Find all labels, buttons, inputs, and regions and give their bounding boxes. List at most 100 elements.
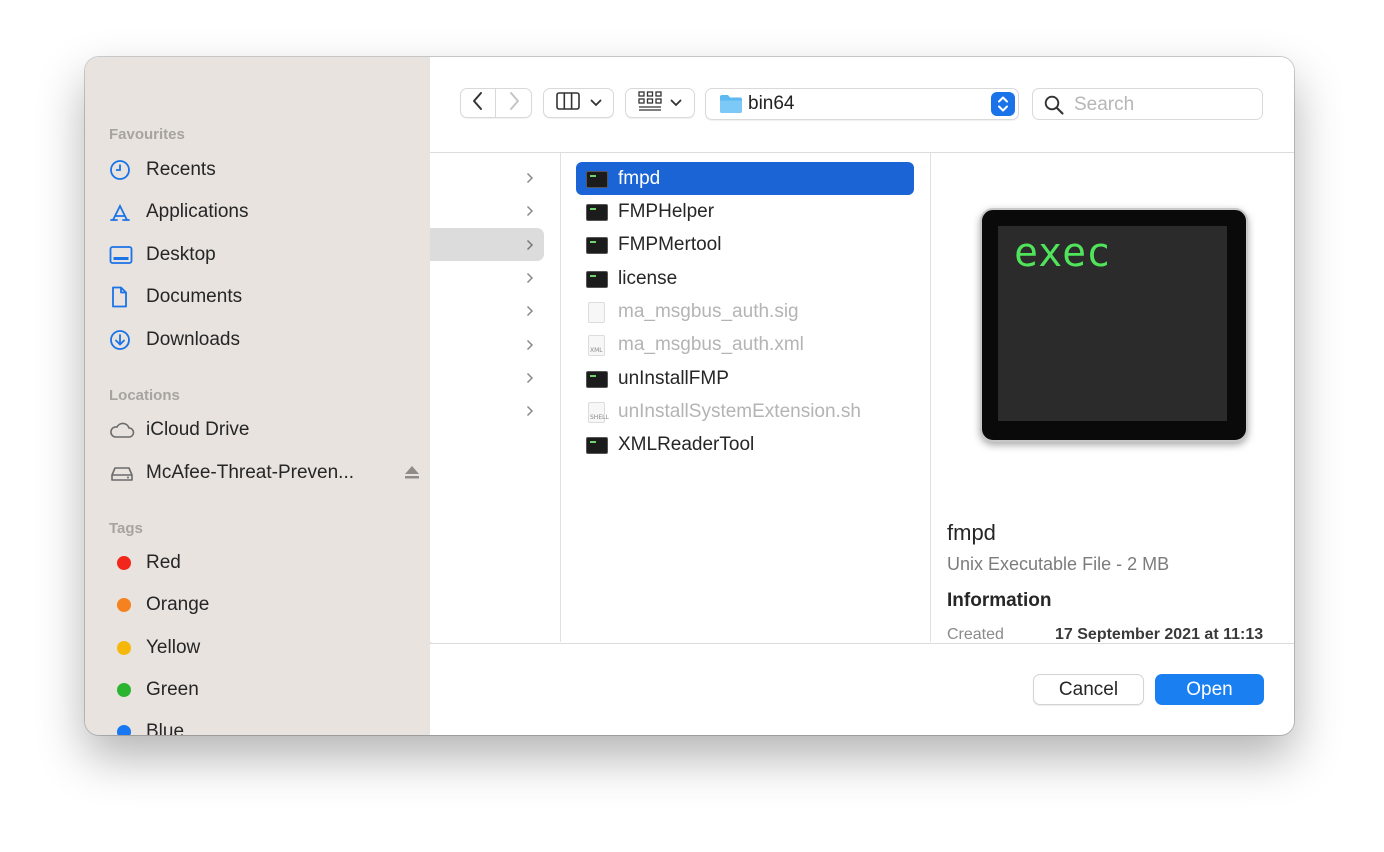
file-name: ma_msgbus_auth.sig — [618, 300, 799, 322]
favourites-heading: Favourites — [109, 126, 185, 143]
parent-row-selected[interactable] — [430, 228, 544, 261]
sidebar-item-recents[interactable]: Recents — [109, 155, 409, 185]
search-field[interactable]: Search — [1032, 88, 1263, 120]
sidebar-item-label: Green — [146, 679, 199, 700]
document-icon — [109, 285, 139, 309]
cloud-icon — [109, 418, 139, 442]
file-name: fmpd — [618, 167, 661, 189]
sidebar-item-documents[interactable]: Documents — [109, 282, 409, 312]
cancel-button[interactable]: Cancel — [1033, 674, 1144, 705]
parent-row[interactable] — [430, 394, 560, 427]
sidebar-item-label: Blue — [146, 721, 185, 735]
preview-created-label: Created — [947, 626, 1004, 642]
preview-pane: exec fmpd Unix Executable File - 2 MB In… — [931, 153, 1294, 642]
sidebar-item-label: Yellow — [146, 637, 201, 658]
chevron-right-icon — [526, 271, 534, 289]
column-view-icon — [555, 91, 582, 115]
back-button[interactable] — [460, 88, 496, 118]
tag-dot-icon — [117, 641, 131, 655]
tag-dot-icon — [117, 725, 131, 735]
current-folder-label: bin64 — [748, 93, 795, 114]
preview-file-kind: Unix Executable File - 2 MB — [947, 554, 1170, 574]
chevron-right-icon — [508, 91, 520, 116]
terminal-exec-icon — [586, 235, 608, 255]
sidebar-tag-blue[interactable]: Blue — [109, 717, 409, 735]
sidebar-item-label: Applications — [146, 201, 249, 222]
search-placeholder: Search — [1074, 94, 1135, 115]
preview-created-value: 17 September 2021 at 11:13 — [1055, 626, 1264, 642]
sidebar-item-label: Red — [146, 552, 181, 573]
file-list-column: fmpd FMPHelper FMPMertool license ma_msg… — [561, 153, 931, 642]
parent-row[interactable] — [430, 361, 560, 394]
chevron-right-icon — [526, 338, 534, 356]
tag-dot-icon — [117, 556, 131, 570]
file-row-license[interactable]: license — [576, 262, 914, 295]
file-row-xmlreadertool[interactable]: XMLReaderTool — [576, 428, 914, 461]
file-row-fmpmertool[interactable]: FMPMertool — [576, 228, 914, 261]
file-row-msgbus-sig: ma_msgbus_auth.sig — [576, 295, 914, 328]
chevron-right-icon — [526, 171, 534, 189]
file-name: unInstallFMP — [618, 367, 729, 389]
parent-row[interactable] — [430, 328, 560, 361]
file-row-uninstall-sysext: SHELL unInstallSystemExtension.sh — [576, 395, 914, 428]
sidebar-item-downloads[interactable]: Downloads — [109, 325, 409, 355]
tag-dot-icon — [117, 598, 131, 612]
view-mode-button[interactable] — [543, 88, 614, 118]
sidebar-item-label: McAfee-Threat-Preven... — [146, 462, 355, 483]
toolbar: bin64 Search — [430, 57, 1294, 153]
file-row-fmphelper[interactable]: FMPHelper — [576, 195, 914, 228]
group-by-button[interactable] — [625, 88, 695, 118]
chevron-down-icon — [590, 94, 602, 112]
chevron-right-icon — [526, 304, 534, 322]
sidebar-tag-yellow[interactable]: Yellow — [109, 633, 409, 663]
sidebar-item-label: Desktop — [146, 244, 216, 265]
xml-file-icon: XML — [586, 334, 608, 356]
chevron-right-icon — [526, 204, 534, 222]
terminal-exec-icon — [586, 269, 608, 289]
chevron-right-icon — [526, 371, 534, 389]
sidebar-item-desktop[interactable]: Desktop — [109, 240, 409, 270]
terminal-exec-icon — [586, 169, 608, 189]
file-name: ma_msgbus_auth.xml — [618, 333, 804, 355]
eject-icon[interactable] — [403, 464, 421, 486]
clock-icon — [109, 158, 139, 182]
tags-heading: Tags — [109, 520, 143, 537]
sidebar-tag-orange[interactable]: Orange — [109, 590, 409, 620]
applications-icon — [109, 200, 139, 224]
parent-row[interactable] — [430, 261, 560, 294]
sidebar-item-applications[interactable]: Applications — [109, 197, 409, 227]
locations-heading: Locations — [109, 387, 180, 404]
terminal-exec-icon — [586, 202, 608, 222]
parent-row[interactable] — [430, 161, 560, 194]
terminal-exec-icon — [586, 369, 608, 389]
file-row-fmpd[interactable]: fmpd — [576, 162, 914, 195]
sidebar-tag-green[interactable]: Green — [109, 675, 409, 705]
sidebar-item-label: Orange — [146, 594, 210, 615]
parent-row[interactable] — [430, 294, 560, 327]
file-row-msgbus-xml: XML ma_msgbus_auth.xml — [576, 328, 914, 361]
file-name: license — [618, 267, 678, 289]
sidebar-item-label: Recents — [146, 159, 216, 180]
exec-preview-icon: exec — [980, 208, 1248, 442]
terminal-exec-icon — [586, 435, 608, 455]
exec-icon-text: exec — [1014, 230, 1111, 276]
open-button[interactable]: Open — [1155, 674, 1264, 705]
sidebar-tag-red[interactable]: Red — [109, 548, 409, 578]
sidebar-item-label: Downloads — [146, 329, 240, 350]
popup-stepper-icon — [991, 92, 1015, 116]
sidebar-item-icloud-drive[interactable]: iCloud Drive — [109, 415, 409, 445]
file-name: XMLReaderTool — [618, 433, 755, 455]
folder-icon — [719, 94, 743, 119]
forward-button[interactable] — [496, 88, 532, 118]
sidebar-item-mcafee-volume[interactable]: McAfee-Threat-Preven... — [109, 458, 419, 488]
parent-row[interactable] — [430, 194, 560, 227]
preview-info-heading: Information — [947, 590, 1052, 611]
icon-grid-icon — [638, 90, 662, 116]
desktop-icon — [109, 243, 139, 267]
chevron-right-icon — [526, 404, 534, 422]
file-name: unInstallSystemExtension.sh — [618, 400, 861, 422]
file-row-uninstallfmp[interactable]: unInstallFMP — [576, 362, 914, 395]
document-icon — [586, 301, 608, 323]
location-popup[interactable]: bin64 — [705, 88, 1019, 120]
sidebar: Favourites Recents Applications Desktop … — [85, 57, 431, 735]
